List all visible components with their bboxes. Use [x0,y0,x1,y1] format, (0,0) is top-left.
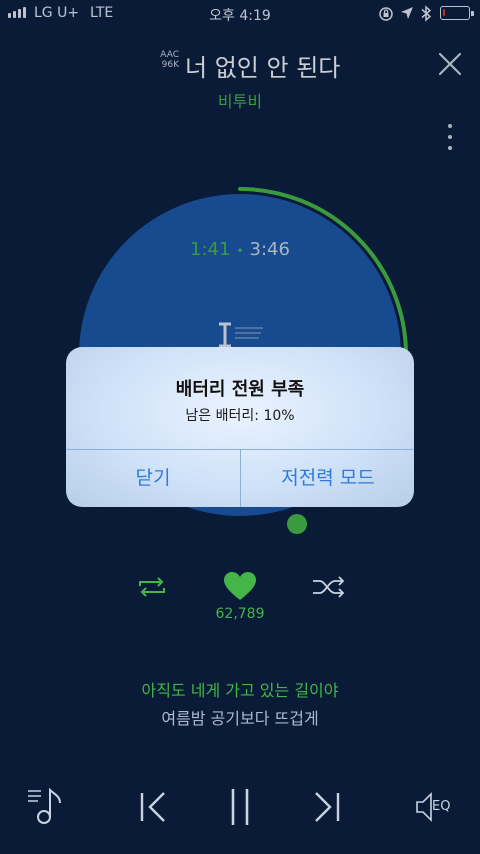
like-count: 62,789 [215,606,265,622]
low-battery-alert: 배터리 전원 부족 남은 배터리: 10% 닫기 저전력 모드 [66,347,414,507]
alert-close-button[interactable]: 닫기 [66,450,240,507]
next-icon[interactable] [310,790,342,824]
previous-icon[interactable] [138,790,170,824]
heart-icon[interactable] [222,570,258,602]
low-power-mode-button[interactable]: 저전력 모드 [241,450,414,507]
playlist-icon[interactable] [26,786,66,826]
alert-message: 남은 배터리: 10% [185,408,295,424]
eq-label: EQ [432,799,451,814]
shuffle-icon[interactable] [311,574,347,600]
lyric-next-line[interactable]: 여름밤 공기보다 뜨겁게 [0,705,480,729]
repeat-icon[interactable] [134,574,170,600]
lyric-current-line[interactable]: 아직도 네게 가고 있는 길이야 [0,677,480,701]
alert-title: 배터리 전원 부족 [175,379,305,400]
pause-icon[interactable] [225,787,255,827]
eq-button[interactable]: EQ [414,790,464,824]
